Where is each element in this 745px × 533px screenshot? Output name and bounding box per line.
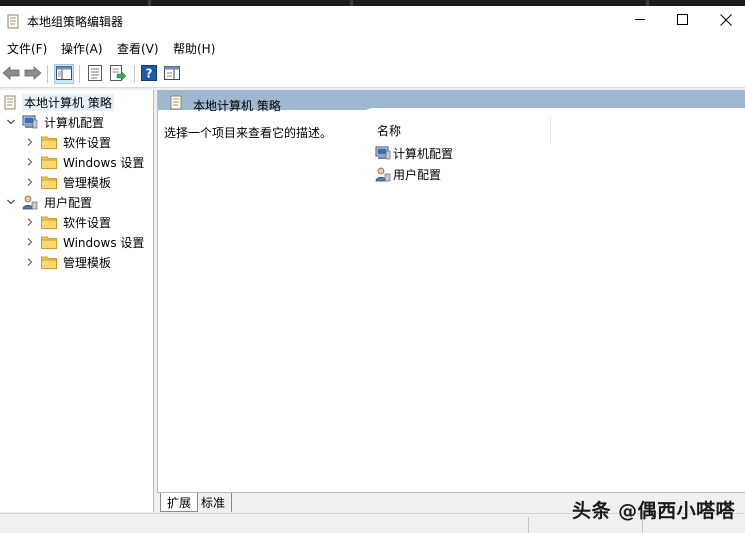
folder-icon	[41, 234, 57, 250]
details-header: 本地计算机 策略	[158, 90, 745, 113]
details-pane: 本地计算机 策略 选择一个项目来查看它的描述。 名称 计算机配置 用户配置	[157, 90, 745, 492]
policy-document-icon	[2, 94, 18, 110]
watermark-text: 头条 @偶西小嗒嗒	[572, 500, 736, 522]
tree-item-user-templates[interactable]: 管理模板	[24, 252, 113, 272]
tree-item-computer-software[interactable]: 软件设置	[24, 132, 113, 152]
tree-item-computer-config[interactable]: 计算机配置	[5, 112, 106, 132]
status-separator	[528, 517, 529, 533]
chevron-right-icon[interactable]	[24, 136, 36, 148]
tree-item-label: 软件设置	[63, 135, 112, 150]
user-icon	[375, 166, 391, 182]
folder-icon	[41, 254, 57, 270]
menu-bar: 文件(F) 操作(A) 查看(V) 帮助(H)	[0, 36, 745, 60]
svg-text:?: ?	[146, 66, 153, 80]
menu-view[interactable]: 查看(V)	[117, 40, 159, 57]
window-title: 本地组策略编辑器	[27, 15, 124, 29]
tree-item-user-windows[interactable]: Windows 设置	[24, 232, 146, 252]
close-icon	[720, 13, 732, 29]
show-hide-action-pane-icon	[164, 65, 180, 83]
tab-extended[interactable]: 扩展	[160, 493, 199, 512]
tree-item-label: 软件设置	[63, 215, 112, 230]
tree-item-label: Windows 设置	[63, 235, 145, 250]
minimize-icon	[634, 14, 646, 28]
details-title: 本地计算机 策略	[193, 99, 281, 113]
title-bar[interactable]: 本地组策略编辑器	[0, 6, 745, 36]
list-item-user-config[interactable]: 用户配置	[375, 165, 441, 183]
item-list[interactable]: 名称 计算机配置 用户配置	[361, 108, 745, 492]
tree-item-label: 管理模板	[63, 175, 112, 190]
policy-document-icon	[170, 95, 183, 113]
help-icon: ?	[141, 64, 157, 84]
tree-item-label: 计算机配置	[44, 115, 105, 130]
chevron-right-icon[interactable]	[24, 176, 36, 188]
list-item-label: 计算机配置	[393, 146, 454, 161]
computer-icon	[375, 145, 391, 161]
description-text: 选择一个项目来查看它的描述。	[164, 126, 333, 140]
list-item-computer-config[interactable]: 计算机配置	[375, 144, 453, 162]
column-separator[interactable]	[550, 118, 551, 142]
menu-action[interactable]: 操作(A)	[61, 40, 103, 57]
show-hide-tree-button[interactable]	[54, 64, 74, 84]
chevron-right-icon[interactable]	[24, 236, 36, 248]
tab-standard[interactable]: 标准	[195, 493, 233, 512]
user-icon	[22, 194, 38, 210]
properties-icon	[87, 64, 103, 84]
folder-icon	[41, 154, 57, 170]
tree-item-user-config[interactable]: 用户配置	[5, 192, 94, 212]
column-header-name[interactable]: 名称	[377, 122, 401, 139]
back-arrow-icon	[2, 65, 20, 84]
chevron-right-icon[interactable]	[24, 256, 36, 268]
folder-icon	[41, 214, 57, 230]
folder-icon	[41, 134, 57, 150]
computer-icon	[22, 114, 38, 130]
menu-help[interactable]: 帮助(H)	[173, 40, 215, 57]
minimize-button[interactable]	[617, 6, 663, 36]
chevron-down-icon[interactable]	[5, 196, 17, 208]
toolbar-separator	[134, 65, 135, 83]
close-button[interactable]	[703, 6, 745, 36]
toolbar-separator	[79, 65, 80, 83]
show-hide-action-pane-button[interactable]	[162, 64, 182, 84]
tree-item-label: 用户配置	[44, 195, 93, 210]
maximize-icon	[676, 14, 688, 28]
forward-arrow-icon	[24, 65, 42, 84]
tree-item-label: 本地计算机 策略	[22, 93, 114, 111]
properties-button[interactable]	[85, 64, 105, 84]
folder-icon	[41, 174, 57, 190]
tree-item-computer-templates[interactable]: 管理模板	[24, 172, 113, 192]
chevron-down-icon[interactable]	[5, 116, 17, 128]
tree-item-label: 管理模板	[63, 255, 112, 270]
show-hide-tree-icon	[56, 65, 72, 83]
menu-file[interactable]: 文件(F)	[7, 40, 47, 57]
forward-button[interactable]	[23, 64, 43, 84]
tree-item-computer-windows[interactable]: Windows 设置	[24, 152, 146, 172]
tree-item-user-software[interactable]: 软件设置	[24, 212, 113, 232]
export-list-button[interactable]	[108, 64, 128, 84]
export-list-icon	[110, 64, 127, 84]
help-button[interactable]: ?	[139, 64, 159, 84]
chevron-right-icon[interactable]	[24, 216, 36, 228]
tree-pane[interactable]: 本地计算机 策略 计算机配置 软件设置 Windows 设置 管理模板 用户配置…	[0, 90, 154, 512]
back-button[interactable]	[1, 64, 21, 84]
tree-item-label: Windows 设置	[63, 155, 145, 170]
list-item-label: 用户配置	[393, 167, 442, 182]
tree-item-root[interactable]: 本地计算机 策略	[2, 92, 114, 112]
policy-editor-icon	[7, 14, 20, 29]
toolbar-separator	[47, 65, 48, 83]
maximize-button[interactable]	[659, 6, 705, 36]
toolbar: ?	[0, 60, 745, 88]
chevron-right-icon[interactable]	[24, 156, 36, 168]
